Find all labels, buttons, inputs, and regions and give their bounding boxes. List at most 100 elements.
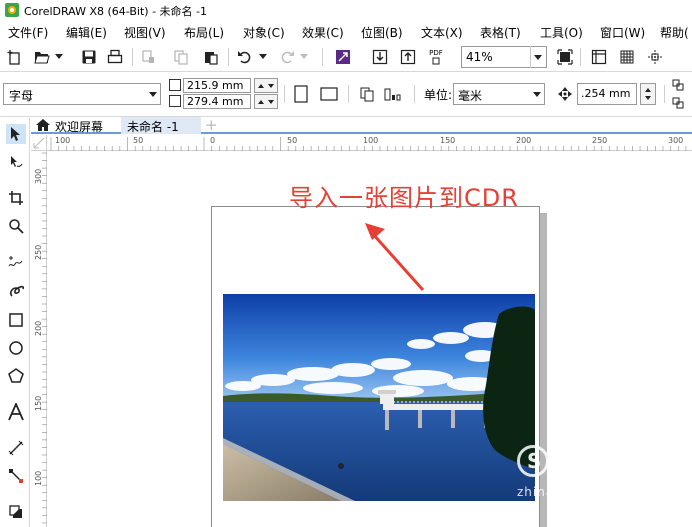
ruler-h-label: 150 [440, 136, 456, 145]
rectangle-tool-icon[interactable] [6, 310, 26, 330]
tutorial-annotation: 导入一张图片到CDR [289, 184, 519, 212]
ruler-v-label: 100 [34, 470, 43, 486]
add-tab-icon[interactable]: + [205, 116, 218, 134]
menu-table[interactable]: 表格(T) [480, 24, 521, 41]
menu-object[interactable]: 对象(C) [243, 24, 285, 41]
tab-welcome-label: 欢迎屏幕 [55, 120, 104, 134]
menu-help[interactable]: 帮助( [660, 24, 689, 41]
sogou-logo-icon [517, 445, 549, 477]
polygon-tool-icon[interactable] [6, 366, 26, 386]
save-icon[interactable] [80, 48, 98, 66]
page-width-value: 215.9 mm [187, 79, 244, 92]
undo-dropdown-icon[interactable] [258, 48, 268, 66]
parallel-dimension-tool-icon[interactable] [6, 438, 26, 458]
duplicate-distance-x-icon [670, 77, 688, 95]
new-document-icon[interactable] [6, 48, 24, 66]
zoom-dropdown-icon[interactable] [530, 46, 546, 68]
all-pages-icon[interactable] [358, 85, 376, 103]
menu-bitmaps[interactable]: 位图(B) [361, 24, 403, 41]
page-height-spinner[interactable] [254, 94, 278, 109]
ruler-v-label: 200 [34, 320, 43, 336]
menu-file[interactable]: 文件(F) [8, 24, 48, 41]
ellipse-tool-icon[interactable] [6, 338, 26, 358]
crop-tool-icon[interactable] [6, 188, 26, 208]
page-size-value: 字母 [9, 89, 34, 103]
export-icon[interactable] [399, 48, 417, 66]
ruler-h-label: 50 [133, 136, 144, 145]
nudge-distance-icon [556, 85, 574, 103]
watermark-name: 搜狗指南 [555, 453, 655, 481]
ruler-h-label: 0 [210, 136, 216, 145]
page-height-value: 279.4 mm [187, 95, 244, 108]
menu-text[interactable]: 文本(X) [421, 24, 463, 41]
menu-tools[interactable]: 工具(O) [540, 24, 583, 41]
open-dropdown-icon[interactable] [54, 48, 64, 66]
undo-icon[interactable] [236, 48, 254, 66]
nudge-distance-spinner[interactable] [640, 83, 656, 105]
imported-lake-photo[interactable] [223, 294, 535, 501]
artistic-media-tool-icon[interactable] [6, 280, 26, 300]
zoom-level-value: 41% [466, 50, 493, 64]
ruler-h-label: 300 [668, 136, 684, 145]
page-height-icon [169, 95, 181, 107]
home-icon [36, 119, 50, 134]
show-rulers-icon[interactable] [590, 48, 608, 66]
ruler-h-label: 200 [516, 136, 532, 145]
nudge-distance-value: .254 mm [581, 87, 631, 100]
publish-pdf-icon[interactable]: PDF [427, 48, 445, 66]
search-content-icon[interactable] [334, 48, 352, 66]
drop-shadow-tool-icon[interactable] [6, 502, 26, 522]
ruler-v-label: 250 [34, 244, 43, 260]
menu-window[interactable]: 窗口(W) [600, 24, 645, 41]
ruler-h-label: 50 [287, 136, 298, 145]
horizontal-ruler[interactable]: 100 50 0 50 100 150 200 250 300 [47, 135, 692, 151]
redo-icon[interactable] [278, 48, 296, 66]
watermark: 搜狗指南 zhinan.sogou.com [517, 445, 692, 505]
shape-tool-icon[interactable] [6, 152, 26, 172]
text-tool-icon[interactable] [6, 402, 26, 422]
connector-tool-icon[interactable] [6, 466, 26, 486]
units-value: 毫米 [458, 89, 483, 103]
menu-view[interactable]: 视图(V) [124, 24, 166, 41]
lake-photo-image [223, 294, 535, 501]
redo-dropdown-icon[interactable] [299, 48, 309, 66]
units-dropdown-icon [530, 84, 544, 104]
zoom-tool-icon[interactable] [6, 216, 26, 236]
full-screen-icon[interactable] [556, 48, 574, 66]
duplicate-distance-y-icon [670, 95, 688, 113]
page-height-field[interactable]: 279.4 mm [183, 94, 251, 109]
paste-icon[interactable] [202, 48, 220, 66]
current-page-icon[interactable] [384, 85, 402, 103]
units-label: 单位: [424, 88, 453, 102]
landscape-icon[interactable] [320, 85, 338, 103]
print-icon[interactable] [106, 48, 124, 66]
menu-edit[interactable]: 编辑(E) [66, 24, 107, 41]
copy-icon[interactable] [172, 48, 190, 66]
window-title: CorelDRAW X8 (64-Bit) - 未命名 -1 [24, 5, 208, 18]
toolbox [0, 118, 30, 527]
property-bar: 字母 215.9 mm 279.4 mm 单位: 毫米 .254 mm [0, 73, 692, 117]
page-width-spinner[interactable] [254, 78, 278, 93]
menu-effects[interactable]: 效果(C) [302, 24, 344, 41]
show-guidelines-icon[interactable] [646, 48, 664, 66]
vertical-ruler[interactable]: 300 250 200 150 100 [31, 151, 47, 527]
freehand-tool-icon[interactable] [6, 252, 26, 272]
nudge-distance-field[interactable]: .254 mm [577, 83, 637, 105]
portrait-icon[interactable] [292, 85, 310, 103]
ruler-h-label: 100 [55, 136, 71, 145]
annotation-arrow [365, 223, 425, 292]
open-folder-icon[interactable] [33, 48, 51, 66]
pick-tool-icon[interactable] [6, 124, 26, 144]
page-size-select[interactable]: 字母 [3, 83, 161, 105]
tab-welcome-screen[interactable]: 欢迎屏幕 [33, 117, 117, 134]
units-select[interactable]: 毫米 [453, 83, 545, 105]
import-icon[interactable] [371, 48, 389, 66]
cut-icon[interactable] [140, 48, 158, 66]
menu-layout[interactable]: 布局(L) [184, 24, 224, 41]
watermark-url: zhinan.sogou.com [517, 485, 643, 499]
show-grid-icon[interactable] [618, 48, 636, 66]
tab-document[interactable]: 未命名 -1 [121, 117, 201, 134]
page-size-dropdown-icon [146, 84, 160, 104]
page-width-field[interactable]: 215.9 mm [183, 78, 251, 93]
ruler-origin[interactable] [31, 135, 47, 151]
